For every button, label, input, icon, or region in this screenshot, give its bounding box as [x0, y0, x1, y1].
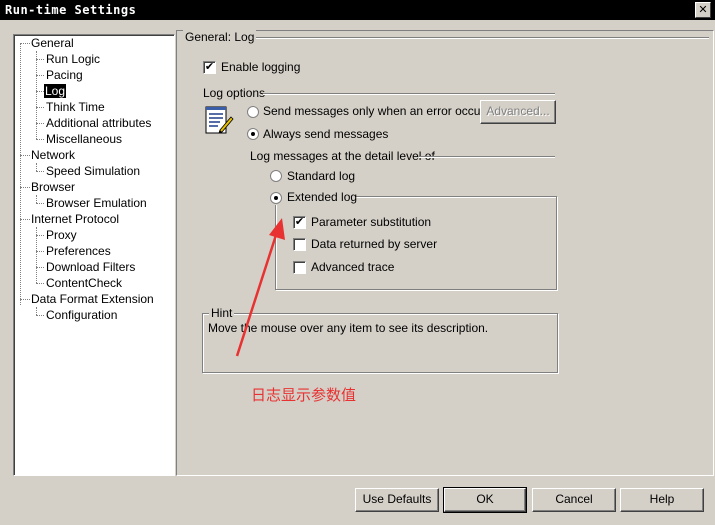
tree-connector: [36, 251, 44, 252]
tree-connector: [36, 203, 44, 204]
data-returned-label: Data returned by server: [311, 237, 438, 251]
tree-connector: [36, 59, 44, 60]
enable-logging-label: Enable logging: [221, 60, 301, 74]
close-button[interactable]: ✕: [695, 2, 711, 18]
tree-item-data-format-extension[interactable]: Data Format Extension: [31, 291, 154, 307]
window-title: Run-time Settings: [5, 3, 137, 17]
extended-log-radio[interactable]: [270, 192, 282, 204]
panel-title: General: Log: [183, 30, 257, 44]
tree-item-label: Proxy: [46, 228, 77, 242]
tree-item-label: Preferences: [46, 244, 111, 258]
tree-connector: [36, 91, 44, 92]
tree-item-log[interactable]: Log: [44, 83, 67, 99]
tree-item-label: Network: [31, 148, 76, 162]
tree-item-label: Pacing: [46, 68, 83, 82]
tree-connector: [36, 235, 44, 236]
tree-connector: [20, 43, 21, 305]
tree-item-label: Internet Protocol: [31, 212, 120, 226]
advanced-trace-label: Advanced trace: [311, 260, 395, 274]
cancel-button[interactable]: Cancel: [532, 488, 616, 512]
tree-item-internet-protocol[interactable]: Internet Protocol: [31, 211, 119, 227]
tree-item-label: Speed Simulation: [46, 164, 141, 178]
always-send-label: Always send messages: [263, 127, 389, 141]
use-defaults-button[interactable]: Use Defaults: [355, 488, 439, 512]
tree-connector: [20, 299, 30, 300]
help-button[interactable]: Help: [620, 488, 704, 512]
tree-item-speed-simulation[interactable]: Speed Simulation: [46, 163, 140, 179]
tree-item-pacing[interactable]: Pacing: [46, 67, 83, 83]
tree-item-label: Configuration: [46, 308, 118, 322]
advanced-button[interactable]: Advanced...: [480, 100, 556, 124]
tree-item-label: General: [31, 36, 74, 50]
detail-level-title: Log messages at the detail level of: [250, 149, 435, 163]
tree-item-label: Miscellaneous: [46, 132, 123, 146]
log-document-icon: [205, 106, 234, 134]
standard-log-radio[interactable]: [270, 170, 282, 182]
tree-item-run-logic[interactable]: Run Logic: [46, 51, 100, 67]
tree-item-contentcheck[interactable]: ContentCheck: [46, 275, 122, 291]
check-mark-icon: ✔: [204, 61, 215, 73]
tree-item-label: Browser Emulation: [46, 196, 147, 210]
panel-title-separator: [247, 37, 709, 39]
tree-connector: [20, 219, 30, 220]
tree-item-miscellaneous[interactable]: Miscellaneous: [46, 131, 122, 147]
tree-connector: [36, 75, 44, 76]
tree-connector: [36, 267, 44, 268]
tree-item-label: ContentCheck: [46, 276, 123, 290]
tree-connector: [20, 43, 30, 44]
extended-log-label: Extended log: [287, 190, 358, 204]
annotation-arrow-icon: [235, 218, 285, 357]
tree-connector: [36, 315, 44, 316]
enable-logging-checkbox[interactable]: ✔: [203, 61, 216, 74]
tree-item-additional-attributes[interactable]: Additional attributes: [46, 115, 151, 131]
tree-connector: [36, 107, 44, 108]
tree-item-preferences[interactable]: Preferences: [46, 243, 111, 259]
tree-connector: [36, 163, 37, 171]
log-options-separator: [263, 93, 555, 95]
tree-connector: [36, 283, 44, 284]
tree-connector: [20, 155, 30, 156]
close-icon: ✕: [698, 3, 708, 16]
tree-item-label: Browser: [31, 180, 76, 194]
tree-item-browser[interactable]: Browser: [31, 179, 75, 195]
tree-item-label: Think Time: [46, 100, 105, 114]
log-options-title: Log options: [203, 86, 266, 100]
tree-item-label: Download Filters: [46, 260, 136, 274]
ok-button[interactable]: OK: [443, 487, 527, 513]
tree-item-label: Run Logic: [46, 52, 101, 66]
tree-item-download-filters[interactable]: Download Filters: [46, 259, 135, 275]
tree-item-label: Data Format Extension: [31, 292, 154, 306]
tree-connector: [36, 51, 37, 139]
tree-item-general[interactable]: General: [31, 35, 74, 51]
tree-connector: [36, 195, 37, 203]
standard-log-label: Standard log: [287, 169, 356, 183]
tree-connector: [20, 187, 30, 188]
settings-tree[interactable]: General Run Logic Pacing Log Think Time …: [13, 34, 175, 476]
tree-connector: [36, 171, 44, 172]
annotation-text: 日志显示参数值: [251, 386, 357, 404]
tree-item-think-time[interactable]: Think Time: [46, 99, 105, 115]
title-bar: Run-time Settings ✕: [0, 0, 715, 20]
parameter-substitution-label: Parameter substitution: [311, 215, 432, 229]
send-error-only-radio[interactable]: [247, 106, 259, 118]
tree-item-label: Log: [44, 84, 67, 98]
detail-level-separator: [419, 156, 555, 158]
tree-item-browser-emulation[interactable]: Browser Emulation: [46, 195, 147, 211]
tree-item-configuration[interactable]: Configuration: [46, 307, 117, 323]
tree-connector: [36, 123, 44, 124]
tree-connector: [36, 307, 37, 315]
tree-item-network[interactable]: Network: [31, 147, 75, 163]
always-send-radio[interactable]: [247, 128, 259, 140]
send-error-only-label: Send messages only when an error occurs: [263, 104, 491, 118]
tree-item-label: Additional attributes: [46, 116, 152, 130]
tree-item-proxy[interactable]: Proxy: [46, 227, 77, 243]
tree-connector: [36, 139, 44, 140]
